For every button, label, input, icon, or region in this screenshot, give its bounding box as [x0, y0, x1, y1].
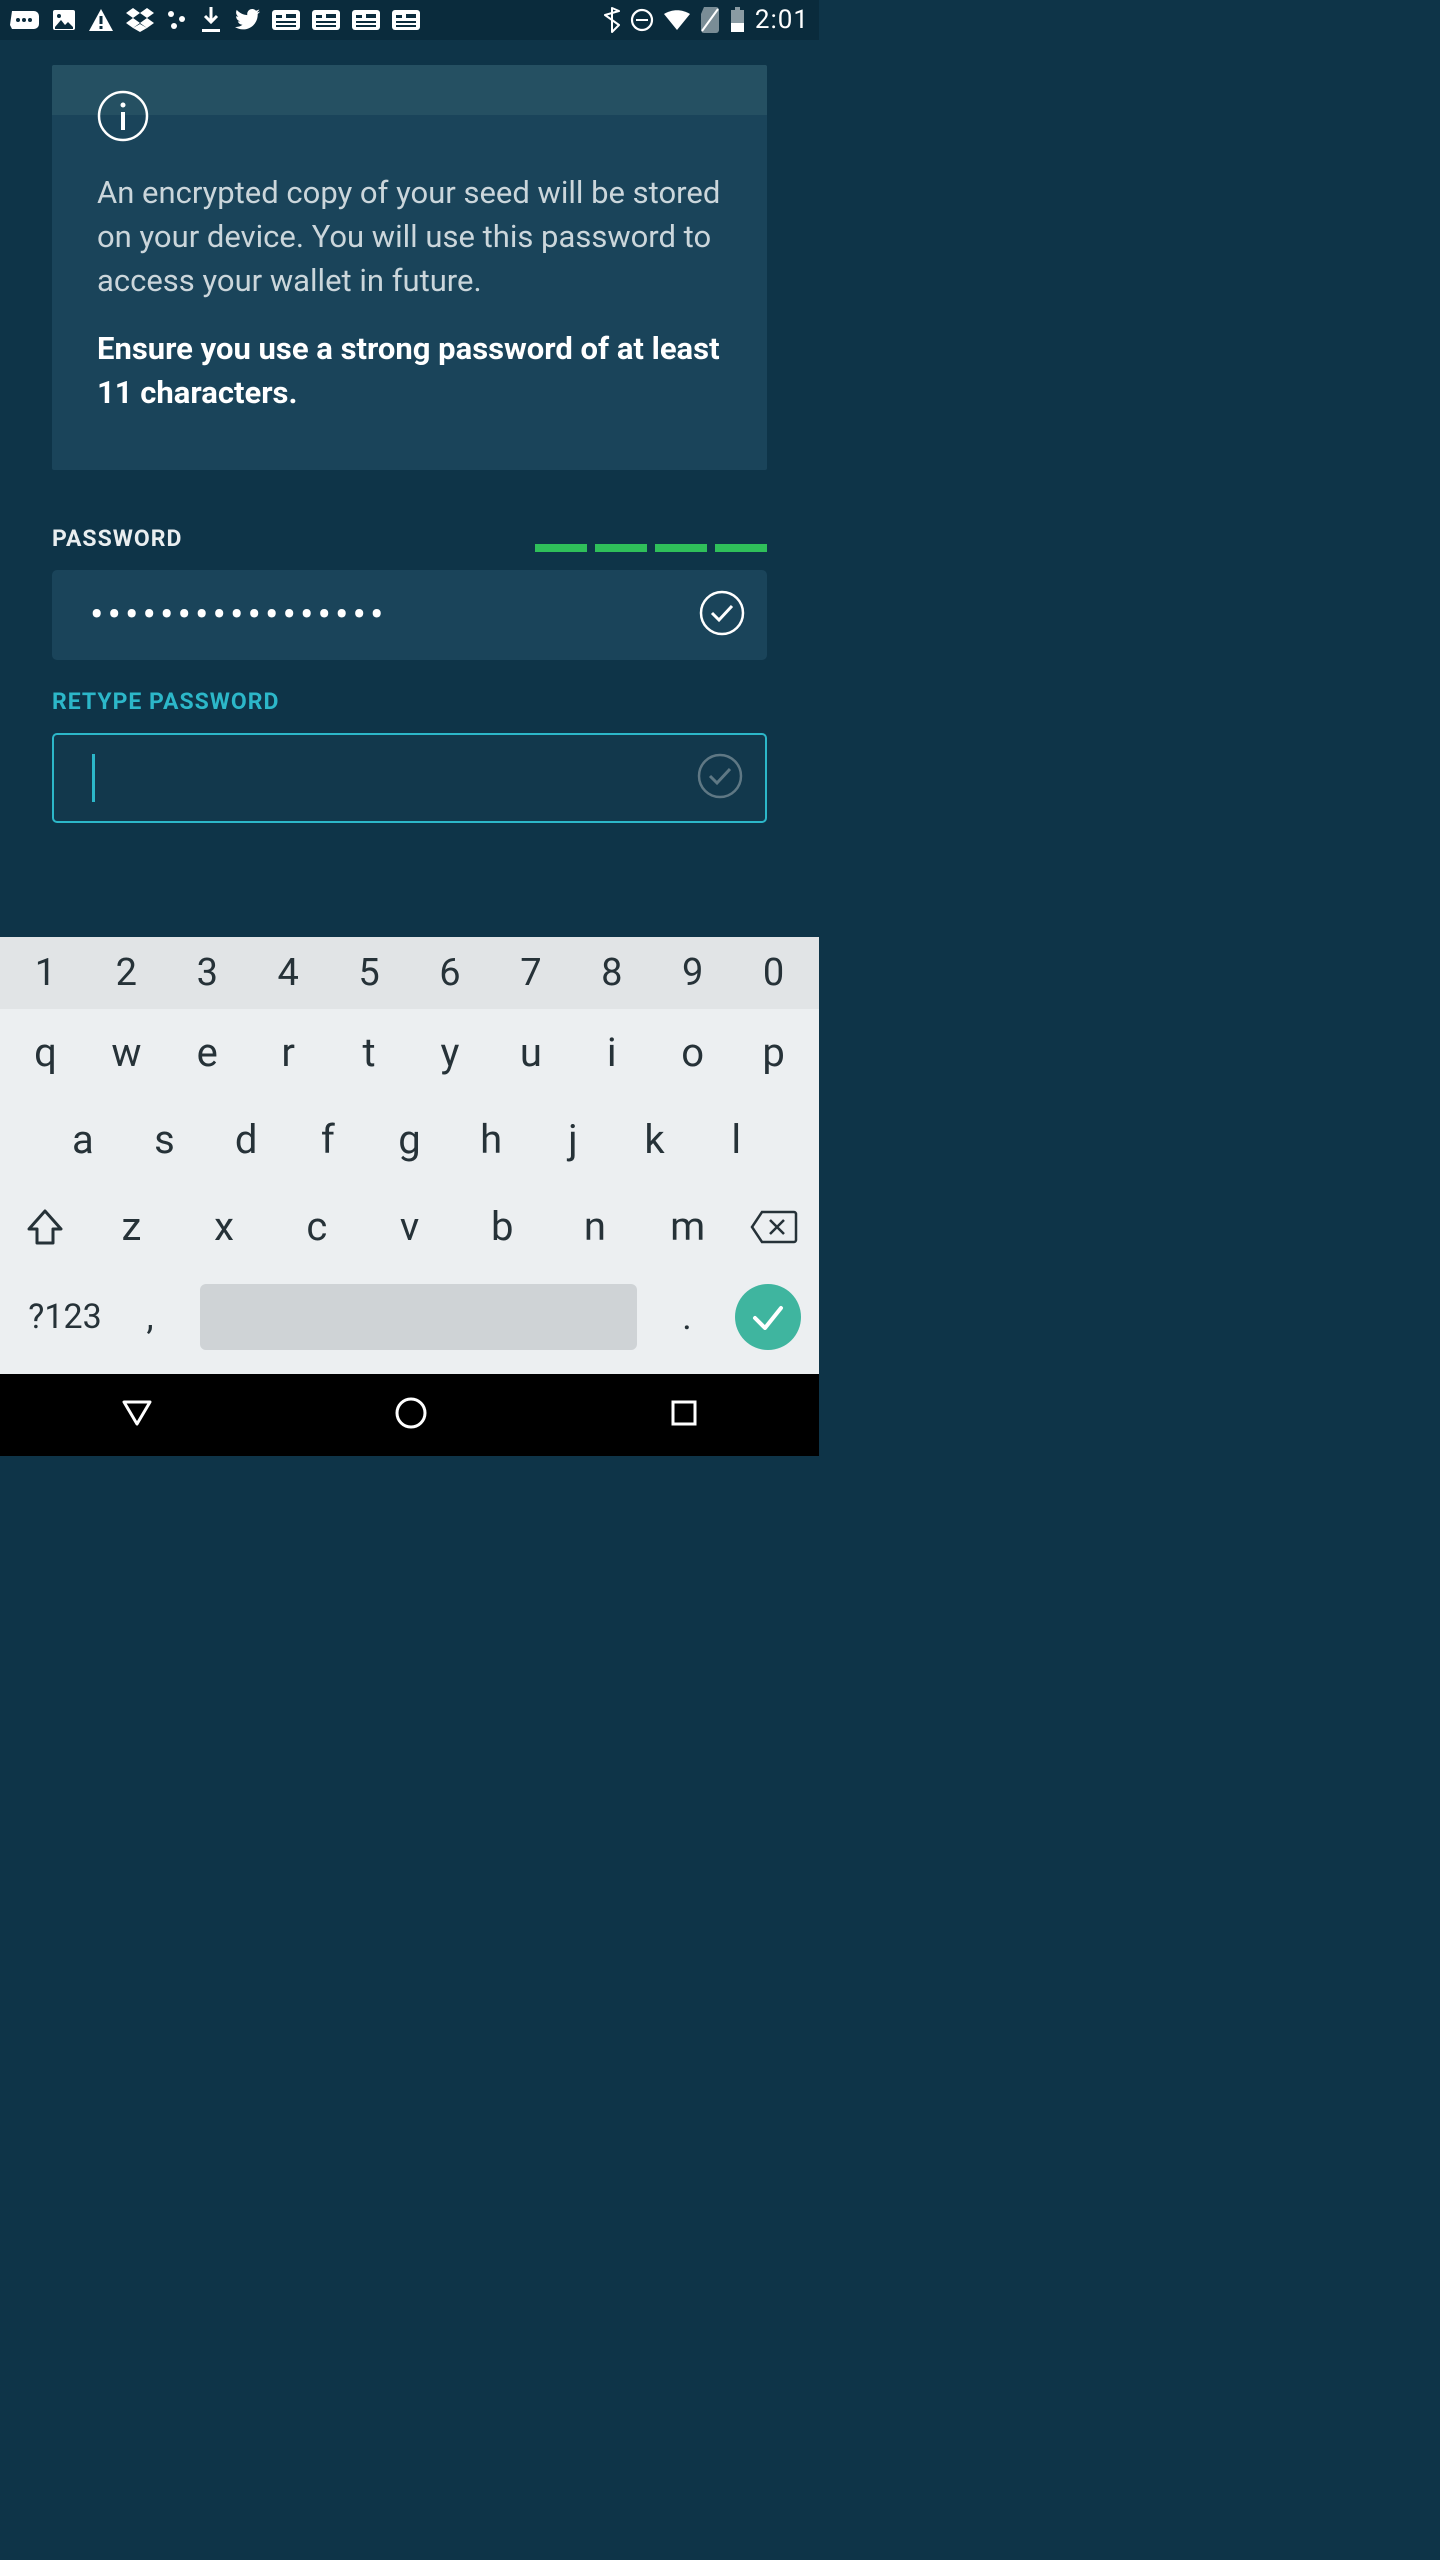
- key-b[interactable]: b: [456, 1203, 549, 1250]
- key-e[interactable]: e: [167, 1029, 248, 1076]
- text-cursor: [92, 754, 95, 802]
- status-right-icons: 2:01: [604, 5, 809, 35]
- key-i[interactable]: i: [571, 1029, 652, 1076]
- key-5[interactable]: 5: [329, 951, 410, 995]
- soft-keyboard: 1 2 3 4 5 6 7 8 9 0 q w e r t y u i o p …: [0, 937, 819, 1374]
- info-icon: [97, 90, 722, 146]
- key-x[interactable]: x: [178, 1203, 271, 1250]
- password-input[interactable]: •••••••••••••••••: [52, 570, 767, 660]
- wifi-icon: [664, 10, 690, 30]
- status-left-icons: [10, 7, 420, 33]
- key-4[interactable]: 4: [248, 951, 329, 995]
- news-icon-2: [312, 10, 340, 30]
- nav-back-icon[interactable]: [120, 1398, 154, 1432]
- info-strong-warning: Ensure you use a strong password of at l…: [97, 327, 722, 415]
- news-icon-1: [272, 10, 300, 30]
- strength-segment: [595, 544, 647, 552]
- spacebar-key[interactable]: [200, 1284, 637, 1350]
- keyboard-row-3: z x c v b n m: [0, 1183, 819, 1270]
- key-v[interactable]: v: [363, 1203, 456, 1250]
- key-9[interactable]: 9: [652, 951, 733, 995]
- key-c[interactable]: c: [270, 1203, 363, 1250]
- battery-icon: [730, 7, 745, 33]
- password-label: PASSWORD: [52, 525, 182, 552]
- key-r[interactable]: r: [248, 1029, 329, 1076]
- key-m[interactable]: m: [641, 1203, 734, 1250]
- strength-segment: [655, 544, 707, 552]
- retype-label: RETYPE PASSWORD: [52, 688, 279, 715]
- strength-segment: [535, 544, 587, 552]
- key-d[interactable]: d: [205, 1116, 287, 1163]
- key-g[interactable]: g: [369, 1116, 451, 1163]
- download-icon: [200, 7, 222, 33]
- dropbox-icon: [126, 8, 154, 32]
- comma-key[interactable]: ,: [120, 1296, 180, 1338]
- strength-segment: [715, 544, 767, 552]
- info-description: An encrypted copy of your seed will be s…: [97, 171, 722, 303]
- info-card: An encrypted copy of your seed will be s…: [52, 65, 767, 470]
- gallery-icon: [52, 9, 76, 31]
- navigation-bar: [0, 1374, 819, 1456]
- key-u[interactable]: u: [490, 1029, 571, 1076]
- key-q[interactable]: q: [5, 1029, 86, 1076]
- symbols-key[interactable]: ?123: [10, 1297, 120, 1337]
- retype-check-icon: [697, 753, 743, 803]
- password-masked-value: •••••••••••••••••: [90, 595, 387, 635]
- key-k[interactable]: k: [614, 1116, 696, 1163]
- shift-key[interactable]: [5, 1207, 85, 1247]
- key-f[interactable]: f: [287, 1116, 369, 1163]
- status-bar: 2:01: [0, 0, 819, 40]
- key-6[interactable]: 6: [410, 951, 491, 995]
- more-notifications-icon: [10, 9, 40, 31]
- key-w[interactable]: w: [86, 1029, 167, 1076]
- keyboard-bottom-row: ?123 , .: [0, 1270, 819, 1374]
- warning-icon: [88, 8, 114, 32]
- keyboard-row-1: q w e r t y u i o p: [0, 1009, 819, 1096]
- nav-home-icon[interactable]: [394, 1396, 428, 1434]
- key-p[interactable]: p: [733, 1029, 814, 1076]
- backspace-key[interactable]: [734, 1210, 814, 1244]
- key-y[interactable]: y: [410, 1029, 491, 1076]
- retype-password-input[interactable]: [52, 733, 767, 823]
- key-l[interactable]: l: [695, 1116, 777, 1163]
- bluetooth-icon: [604, 7, 620, 33]
- password-field-block: PASSWORD •••••••••••••••••: [52, 525, 767, 660]
- key-o[interactable]: o: [652, 1029, 733, 1076]
- period-key[interactable]: .: [657, 1296, 717, 1338]
- key-n[interactable]: n: [549, 1203, 642, 1250]
- password-check-icon: [699, 590, 745, 640]
- key-s[interactable]: s: [124, 1116, 206, 1163]
- news-icon-4: [392, 10, 420, 30]
- dnd-icon: [630, 8, 654, 32]
- retype-field-block: RETYPE PASSWORD: [52, 688, 767, 823]
- key-j[interactable]: j: [532, 1116, 614, 1163]
- status-time: 2:01: [755, 5, 809, 35]
- no-sim-icon: [700, 7, 720, 33]
- news-icon-3: [352, 10, 380, 30]
- key-z[interactable]: z: [85, 1203, 178, 1250]
- password-strength-meter: [535, 544, 767, 552]
- key-h[interactable]: h: [450, 1116, 532, 1163]
- twitter-icon: [234, 9, 260, 31]
- dots-icon: [166, 9, 188, 31]
- keyboard-number-row: 1 2 3 4 5 6 7 8 9 0: [0, 937, 819, 1009]
- key-t[interactable]: t: [329, 1029, 410, 1076]
- nav-recent-icon[interactable]: [669, 1398, 699, 1432]
- key-3[interactable]: 3: [167, 951, 248, 995]
- enter-key[interactable]: [735, 1284, 801, 1350]
- key-a[interactable]: a: [42, 1116, 124, 1163]
- key-0[interactable]: 0: [733, 951, 814, 995]
- content-area: An encrypted copy of your seed will be s…: [0, 40, 819, 937]
- key-8[interactable]: 8: [571, 951, 652, 995]
- key-1[interactable]: 1: [5, 951, 86, 995]
- key-2[interactable]: 2: [86, 951, 167, 995]
- key-7[interactable]: 7: [490, 951, 571, 995]
- keyboard-row-2: a s d f g h j k l: [0, 1096, 819, 1183]
